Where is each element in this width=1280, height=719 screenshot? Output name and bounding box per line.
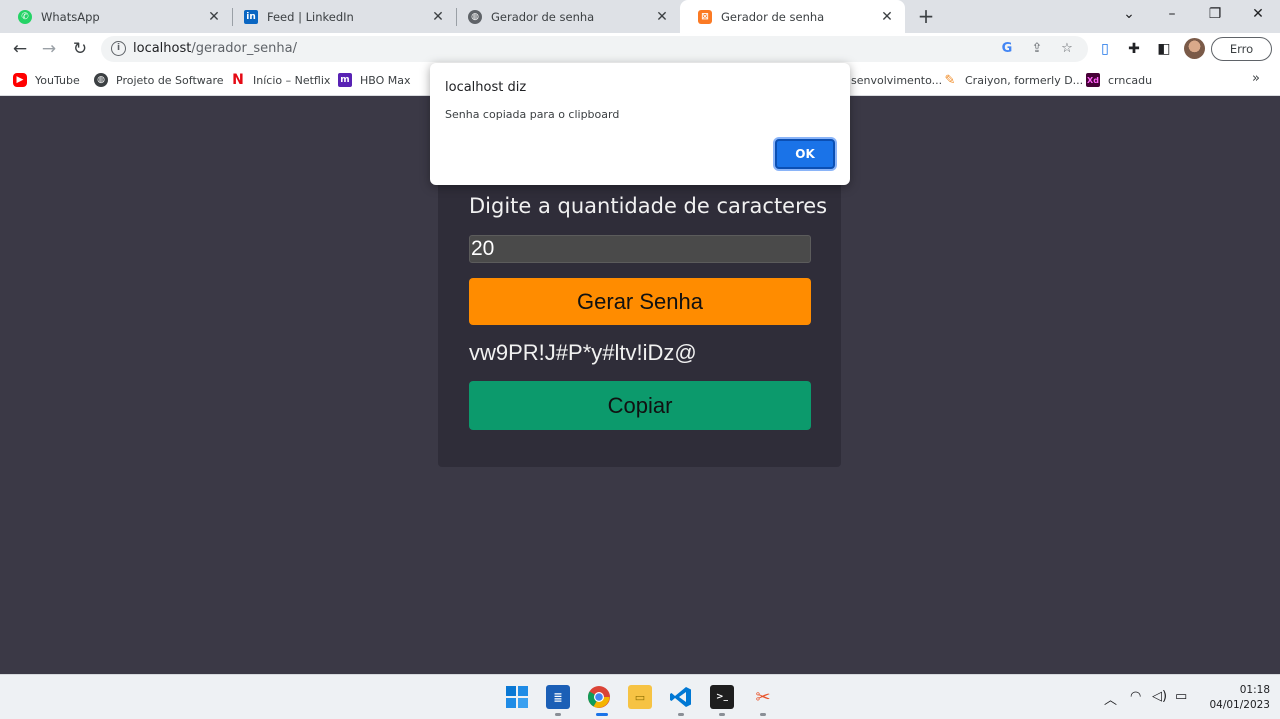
quantity-input[interactable]: 20 [469,235,811,263]
copy-button[interactable]: Copiar [469,381,811,430]
whatsapp-icon: ✆ [18,9,32,24]
generated-password: vw9PR!J#P*y#ltv!iDz@ [469,340,697,365]
close-window-button[interactable]: ✕ [1236,0,1280,30]
clock[interactable]: 01:18 04/01/2023 [1200,683,1270,713]
wifi-icon[interactable]: ◠ [1130,689,1141,704]
tab-title: WhatsApp [41,9,100,24]
bookmark-youtube[interactable]: ▶ YouTube [13,71,80,89]
minimize-button[interactable]: – [1150,0,1194,30]
tab-whatsapp[interactable]: ✆ WhatsApp ✕ [0,0,232,33]
browser-toolbar: ← → ↻ i localhost/gerador_senha/ G ⇪ ☆ ▯… [0,33,1280,65]
pencil-icon: ✎ [944,72,956,88]
bookmark-label: YouTube [35,73,80,87]
dialog-ok-button[interactable]: OK [775,139,835,169]
url-host: localhost [133,41,192,56]
xd-icon: Xd [1086,73,1100,87]
clock-date: 04/01/2023 [1209,699,1270,711]
tray-chevron-up-icon[interactable]: ︿ [1104,689,1117,708]
running-indicator [760,713,766,716]
bookmark-craiyon[interactable]: ✎ Craiyon, formerly D... [943,71,1084,89]
share-icon[interactable]: ⇪ [1028,40,1046,58]
tab-strip: ✆ WhatsApp ✕ in Feed | LinkedIn ✕ ◍ Gera… [0,0,1280,33]
url-path: /gerador_senha/ [191,41,297,56]
running-indicator [555,713,561,716]
profile-avatar[interactable] [1184,38,1205,59]
new-tab-button[interactable]: + [914,4,938,28]
bookmark-crncadu[interactable]: Xd crncadu [1086,71,1152,89]
globe-icon: ◍ [468,9,482,24]
chrome-icon[interactable] [587,685,611,709]
youtube-icon: ▶ [13,73,27,87]
more-bookmarks-icon[interactable]: » [1252,71,1260,86]
xampp-icon: ⊠ [698,9,712,24]
linkedin-icon: in [244,9,258,24]
running-indicator [719,713,725,716]
bookmark-star-icon[interactable]: ☆ [1058,40,1076,58]
notepad-icon[interactable]: ≣ [546,685,570,709]
running-indicator [678,713,684,716]
vscode-icon[interactable] [669,685,693,709]
generate-password-button[interactable]: Gerar Senha [469,278,811,325]
clock-time: 01:18 [1239,684,1270,696]
dialog-message: Senha copiada para o clipboard [445,108,620,121]
address-bar[interactable]: i localhost/gerador_senha/ G ⇪ ☆ [101,36,1088,62]
back-button[interactable]: ← [8,37,32,61]
bookmark-label: Craiyon, formerly D... [965,73,1084,87]
close-tab-icon[interactable]: ✕ [206,9,222,25]
bookmark-projeto[interactable]: ◍ Projeto de Software [94,71,224,89]
quantity-label: Digite a quantidade de caracteres [469,194,828,218]
bookmark-hbomax[interactable]: m HBO Max [338,71,411,89]
close-tab-icon[interactable]: ✕ [430,9,446,25]
hbomax-icon: m [338,73,352,87]
windows-start-icon[interactable] [505,685,529,709]
bookmark-label: senvolvimento... [851,73,943,87]
dialog-title: localhost diz [445,80,527,95]
bookmark-netflix[interactable]: N Início – Netflix [231,71,330,89]
tab-title: Gerador de senha [721,9,825,24]
site-info-icon[interactable]: i [111,41,126,56]
file-explorer-icon[interactable]: ▭ [628,685,652,709]
bookmark-label: Projeto de Software [116,73,224,87]
taskbar: ≣ ▭ >_ ✂ ︿ ◠ ◁) ▭ 01:18 04/01/2023 [0,674,1280,719]
url-text[interactable]: localhost/gerador_senha/ [133,41,297,56]
restore-button[interactable]: ❐ [1193,0,1237,30]
close-tab-icon[interactable]: ✕ [879,9,895,25]
extensions-puzzle-icon[interactable]: ✚ [1124,39,1144,59]
google-lens-icon[interactable]: G [998,40,1016,58]
tab-title: Gerador de senha [491,9,595,24]
tab-title: Feed | LinkedIn [267,9,354,24]
reload-button[interactable]: ↻ [68,37,92,61]
netflix-icon: N [232,72,244,88]
close-tab-icon[interactable]: ✕ [654,9,670,25]
alert-dialog: localhost diz Senha copiada para o clipb… [430,63,850,185]
bookmark-desenvolvimento[interactable]: senvolvimento... [851,71,942,89]
side-panel-icon[interactable]: ◧ [1154,39,1174,59]
profile-error-button[interactable]: Erro [1211,37,1272,61]
terminal-icon[interactable]: >_ [710,685,734,709]
forward-button[interactable]: → [37,37,61,61]
tab-gerador-1[interactable]: ◍ Gerador de senha ✕ [450,0,680,33]
tab-linkedin[interactable]: in Feed | LinkedIn ✕ [226,0,456,33]
volume-icon[interactable]: ◁) [1152,689,1167,704]
extension-icon[interactable]: ▯ [1095,39,1115,59]
tab-search-icon[interactable]: ⌄ [1107,0,1151,30]
bookmark-label: HBO Max [360,73,411,87]
snipping-tool-icon[interactable]: ✂ [751,685,775,709]
globe-icon: ◍ [94,73,108,87]
bookmark-label: crncadu [1108,73,1153,87]
battery-icon[interactable]: ▭ [1175,689,1187,704]
bookmark-label: Início – Netflix [253,73,331,87]
active-indicator [596,713,608,716]
tab-gerador-active[interactable]: ⊠ Gerador de senha ✕ [680,0,905,33]
